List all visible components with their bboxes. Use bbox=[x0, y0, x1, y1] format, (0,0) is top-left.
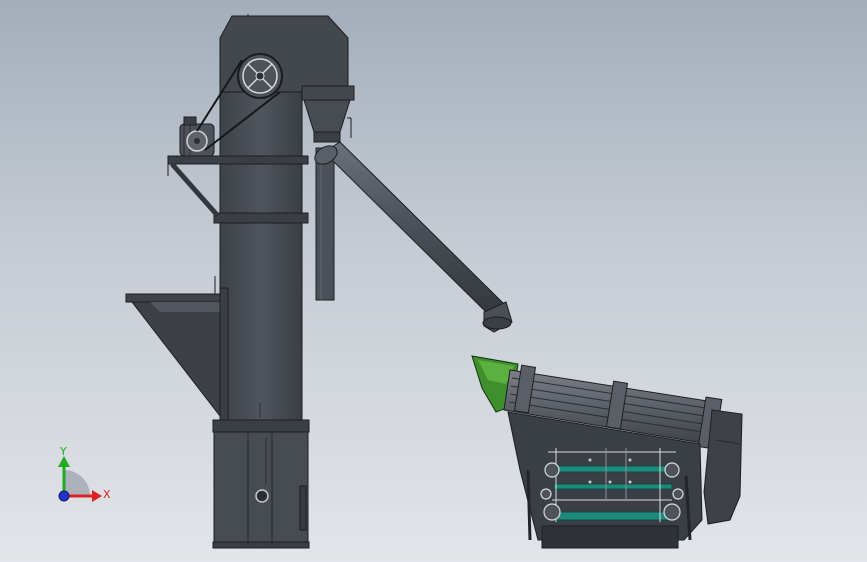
elevator-trunk-lower bbox=[219, 222, 303, 422]
elevator-trunk-upper bbox=[219, 91, 303, 215]
cad-viewport[interactable]: Y X bbox=[0, 0, 867, 562]
drive-pulley[interactable] bbox=[237, 53, 283, 99]
discharge-chute[interactable] bbox=[312, 141, 513, 333]
bypass-pipe bbox=[315, 147, 335, 301]
drive-motor[interactable] bbox=[179, 116, 215, 157]
screen-separator[interactable] bbox=[471, 355, 743, 549]
elevator-boot bbox=[213, 431, 309, 547]
elevator-flange-boot bbox=[212, 419, 310, 433]
x-axis-label: X bbox=[103, 488, 111, 501]
y-axis-label: Y bbox=[59, 445, 67, 458]
elevator-flange-mid bbox=[213, 212, 309, 224]
discharge-spout[interactable] bbox=[301, 85, 355, 301]
cad-scene[interactable]: Y X bbox=[0, 0, 867, 562]
takeup-bolt-icon bbox=[255, 489, 269, 503]
triad-origin bbox=[58, 490, 70, 502]
coordinate-triad: Y X bbox=[58, 445, 111, 502]
inlet-hopper[interactable] bbox=[125, 276, 229, 421]
